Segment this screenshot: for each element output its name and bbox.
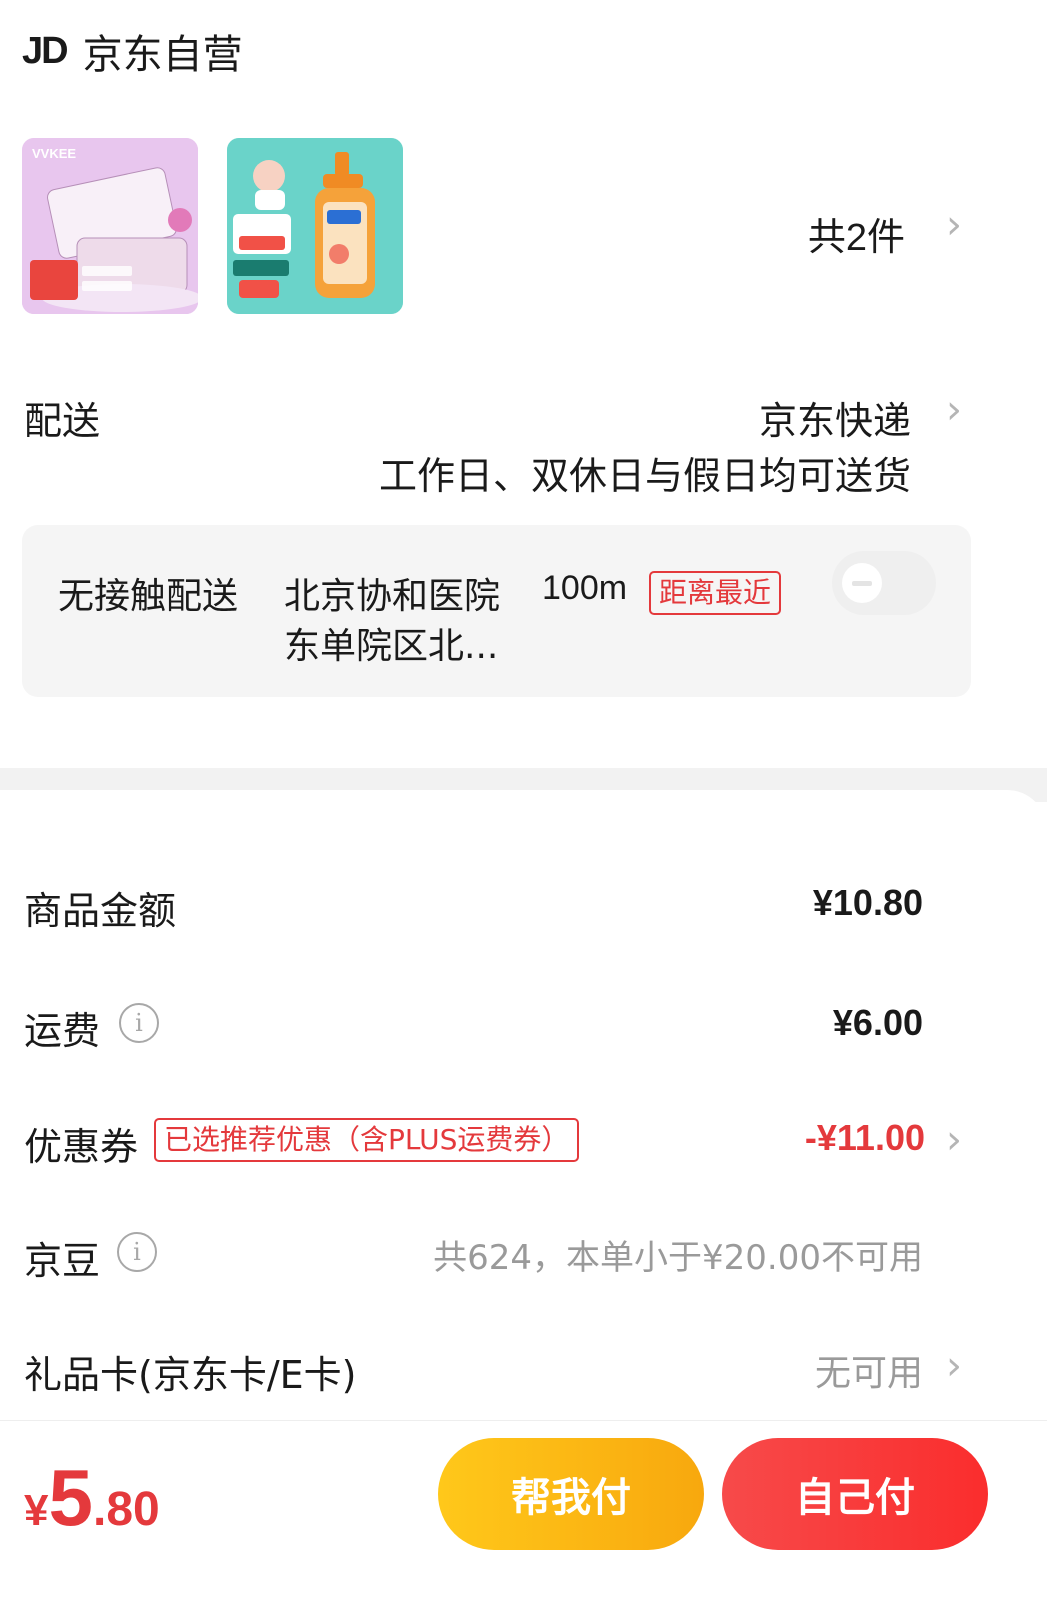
beans-label: 京豆 <box>24 1239 101 1283</box>
pickup-place-line1: 北京协和医院 <box>284 576 501 617</box>
coupon-value[interactable]: -¥11.00 <box>805 1117 925 1159</box>
pickup-place-line2: 东单院区北... <box>284 626 499 667</box>
freight-label: 运费 <box>24 1009 101 1053</box>
price-integer: 5 <box>48 1453 93 1542</box>
goods-count-label: 共2件 <box>807 217 905 259</box>
total-price: ¥ 5 .80 <box>24 1458 160 1538</box>
jd-logo: JD <box>22 29 69 72</box>
beans-value: 共624，本单小于¥20.00不可用 <box>433 1238 923 1278</box>
help-pay-button[interactable]: 帮我付 <box>438 1438 704 1550</box>
goods-amount-value: ¥10.80 <box>812 882 923 923</box>
product-thumbnail-wipes[interactable]: VVKEE <box>22 138 198 314</box>
giftcard-label: 礼品卡(京东卡/E卡) <box>24 1353 357 1397</box>
shop-name: 京东自营 <box>82 32 243 78</box>
footer-divider <box>0 1420 1047 1421</box>
price-decimal: .80 <box>92 1483 160 1536</box>
goods-amount-label: 商品金额 <box>24 889 177 933</box>
coupon-recommended-tag: 已选推荐优惠（含PLUS运费券） <box>154 1118 580 1162</box>
chevron-right-icon[interactable]: › <box>946 1346 962 1386</box>
shop-header: JD 京东自营 <box>22 22 243 80</box>
coupon-label: 优惠券 <box>24 1125 139 1169</box>
nearest-tag: 距离最近 <box>649 571 782 615</box>
chevron-right-icon[interactable]: › <box>946 1120 962 1160</box>
chevron-right-icon[interactable]: › <box>946 390 962 430</box>
currency-symbol: ¥ <box>24 1486 49 1535</box>
contactless-toggle[interactable] <box>832 551 936 615</box>
info-icon[interactable]: i <box>117 1232 157 1272</box>
dish-soap-product-image <box>227 138 403 314</box>
pickup-distance: 100m <box>542 569 628 607</box>
contactless-title: 无接触配送 <box>58 576 239 617</box>
svg-text:VVKEE: VVKEE <box>32 146 76 161</box>
section-card-top <box>0 790 1047 830</box>
toggle-off-icon <box>842 563 882 603</box>
info-icon[interactable]: i <box>119 1003 159 1043</box>
freight-value: ¥6.00 <box>832 1002 923 1043</box>
product-thumbnail-dish-soap[interactable] <box>227 138 403 314</box>
goods-count[interactable]: 共2件 <box>808 206 905 261</box>
giftcard-value[interactable]: 无可用 <box>815 1344 923 1396</box>
wipes-product-image: VVKEE <box>22 138 198 314</box>
chevron-right-icon[interactable]: › <box>946 205 962 245</box>
delivery-schedule: 工作日、双休日与假日均可送货 <box>378 454 911 498</box>
contactless-delivery-panel: 无接触配送 北京协和医院 东单院区北... 100m 距离最近 <box>22 525 971 697</box>
delivery-label: 配送 <box>24 399 101 443</box>
self-pay-button[interactable]: 自己付 <box>722 1438 988 1550</box>
delivery-carrier[interactable]: 京东快递 <box>759 390 911 445</box>
